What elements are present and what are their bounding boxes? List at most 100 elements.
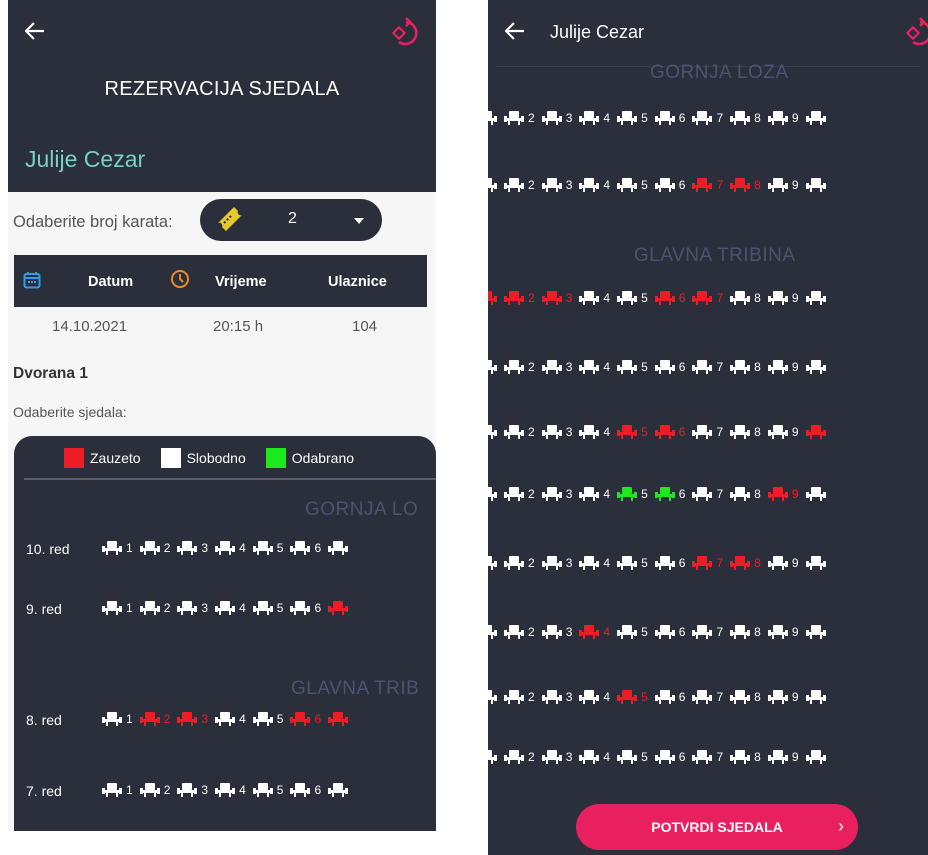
seat-free[interactable] [488, 749, 504, 765]
seat-taken[interactable]: 7 [692, 290, 730, 306]
seat-taken[interactable]: 2 [504, 290, 542, 306]
seat-free[interactable] [488, 110, 504, 126]
seat-free[interactable]: 9 [767, 689, 806, 705]
seat-free[interactable] [805, 486, 837, 502]
seat-free[interactable]: 5 [617, 290, 655, 306]
seat-free[interactable]: 9 [767, 110, 806, 126]
seat-taken[interactable]: 8 [730, 177, 768, 193]
seat-free[interactable]: 3 [541, 359, 580, 375]
seat-free[interactable]: 2 [504, 749, 542, 765]
seat-free[interactable]: 1 [102, 600, 140, 616]
seat-free[interactable] [805, 290, 837, 306]
seat-free[interactable]: 3 [541, 555, 580, 571]
seat-free[interactable]: 1 [102, 711, 140, 727]
seat-free[interactable]: 3 [541, 624, 580, 640]
reset-icon[interactable] [390, 16, 424, 50]
seat-free[interactable]: 2 [504, 359, 542, 375]
seat-free[interactable]: 2 [504, 177, 542, 193]
seat-free[interactable]: 2 [139, 600, 178, 616]
reset-icon[interactable] [904, 16, 928, 50]
seat-free[interactable]: 4 [215, 600, 253, 616]
seat-free[interactable]: 4 [579, 424, 617, 440]
seat-free[interactable]: 9 [767, 624, 806, 640]
seat-free[interactable]: 1 [102, 782, 140, 798]
seat-free[interactable]: 8 [730, 290, 768, 306]
seat-taken[interactable] [328, 600, 359, 616]
seat-free[interactable]: 9 [767, 290, 806, 306]
seat-free[interactable]: 3 [177, 540, 215, 556]
seat-free[interactable]: 2 [504, 624, 542, 640]
seat-free[interactable]: 3 [541, 486, 580, 502]
seat-free[interactable]: 5 [617, 177, 655, 193]
seat-taken[interactable]: 2 [139, 711, 178, 727]
back-arrow-icon[interactable] [502, 18, 528, 44]
seat-free[interactable] [488, 555, 504, 571]
seat-free[interactable]: 2 [504, 110, 542, 126]
seat-free[interactable] [805, 555, 837, 571]
seat-taken[interactable] [805, 424, 837, 440]
seat-free[interactable]: 3 [541, 110, 580, 126]
seat-free[interactable]: 7 [692, 749, 730, 765]
seat-free[interactable] [488, 689, 504, 705]
seat-free[interactable]: 7 [692, 624, 730, 640]
seat-free[interactable]: 3 [541, 424, 580, 440]
seat-free[interactable]: 7 [692, 359, 730, 375]
seat-free[interactable]: 6 [654, 177, 693, 193]
seat-free[interactable]: 6 [654, 359, 693, 375]
seat-free[interactable]: 2 [504, 689, 542, 705]
seat-free[interactable]: 6 [654, 749, 693, 765]
seat-free[interactable]: 9 [767, 749, 806, 765]
seat-taken[interactable]: 4 [579, 624, 617, 640]
seat-free[interactable] [488, 177, 504, 193]
seat-free[interactable]: 6 [654, 555, 693, 571]
seat-free[interactable]: 6 [290, 600, 328, 616]
seat-free[interactable]: 5 [617, 749, 655, 765]
seat-free[interactable] [805, 749, 837, 765]
seat-free[interactable]: 6 [654, 689, 693, 705]
seat-chosen[interactable]: 6 [654, 486, 693, 502]
seat-free[interactable]: 5 [617, 359, 655, 375]
seat-free[interactable]: 4 [579, 555, 617, 571]
seat-free[interactable]: 4 [579, 359, 617, 375]
seat-free[interactable] [805, 110, 837, 126]
seat-free[interactable]: 4 [579, 290, 617, 306]
seat-free[interactable]: 3 [541, 689, 580, 705]
seat-taken[interactable]: 6 [654, 290, 693, 306]
seat-taken[interactable]: 6 [290, 711, 328, 727]
seat-free[interactable]: 3 [541, 177, 580, 193]
confirm-seats-button[interactable]: POTVRDI SJEDALA › [576, 804, 858, 850]
seat-free[interactable]: 8 [730, 486, 768, 502]
seat-taken[interactable]: 6 [654, 424, 693, 440]
seat-free[interactable]: 8 [730, 424, 768, 440]
seat-free[interactable]: 8 [730, 749, 768, 765]
seat-chosen[interactable]: 5 [617, 486, 655, 502]
seat-taken[interactable]: 7 [692, 177, 730, 193]
seat-free[interactable]: 3 [541, 749, 580, 765]
seat-free[interactable]: 3 [177, 600, 215, 616]
seat-free[interactable]: 5 [252, 600, 291, 616]
seat-free[interactable]: 4 [579, 749, 617, 765]
seat-free[interactable]: 4 [579, 110, 617, 126]
seat-free[interactable]: 4 [215, 711, 253, 727]
seat-free[interactable]: 4 [579, 177, 617, 193]
seat-free[interactable]: 6 [290, 782, 328, 798]
seat-free[interactable] [328, 540, 359, 556]
seat-free[interactable]: 9 [767, 359, 806, 375]
seat-free[interactable] [805, 359, 837, 375]
seat-free[interactable]: 6 [654, 624, 693, 640]
seat-free[interactable]: 5 [617, 110, 655, 126]
seat-free[interactable]: 2 [139, 782, 178, 798]
seat-taken[interactable]: 9 [767, 486, 806, 502]
seat-free[interactable]: 2 [504, 486, 542, 502]
seat-free[interactable]: 4 [215, 540, 253, 556]
seat-taken[interactable] [488, 290, 504, 306]
seat-free[interactable]: 9 [767, 555, 806, 571]
seat-free[interactable]: 6 [654, 110, 693, 126]
seat-taken[interactable]: 3 [541, 290, 580, 306]
seat-free[interactable]: 9 [767, 177, 806, 193]
seat-taken[interactable]: 5 [617, 424, 655, 440]
seat-free[interactable]: 7 [692, 110, 730, 126]
seat-free[interactable] [805, 689, 837, 705]
seat-free[interactable]: 8 [730, 110, 768, 126]
seat-free[interactable] [805, 624, 837, 640]
